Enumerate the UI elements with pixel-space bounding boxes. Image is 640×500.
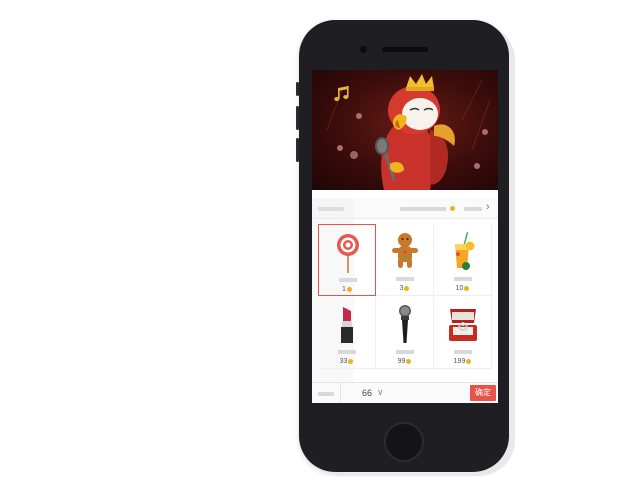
gift-name-placeholder: [339, 278, 357, 282]
gift-item-gingerbread[interactable]: 3: [376, 224, 434, 296]
balance-placeholder: [400, 207, 446, 211]
bottom-action-bar: 66 ∨ 确定: [312, 382, 498, 403]
cocktail-icon: [455, 231, 475, 270]
coin-icon: [466, 358, 472, 364]
earpiece-speaker: [382, 47, 428, 52]
coin-icon: [406, 358, 412, 364]
gift-item-lollipop[interactable]: 1: [318, 224, 376, 296]
gift-name-placeholder: [396, 350, 414, 354]
gift-price: 10: [434, 284, 491, 293]
hero-banner: [312, 70, 498, 190]
coin-icon: [450, 206, 455, 211]
front-camera: [360, 46, 367, 53]
confirm-button[interactable]: 确定: [470, 385, 496, 401]
gift-item-microphone[interactable]: 99: [376, 297, 434, 369]
gift-item-ring-box[interactable]: 199: [434, 297, 492, 369]
music-note-icon: [334, 86, 349, 101]
volume-down-button: [296, 138, 299, 162]
gift-price: 1: [319, 285, 375, 294]
microphone-icon: [399, 305, 411, 343]
volume-up-button: [296, 106, 299, 130]
crown-icon: [406, 74, 434, 91]
quantity-label-placeholder: [318, 392, 334, 396]
gift-price: 199: [434, 357, 491, 366]
divider: [340, 383, 341, 403]
gift-price: 3: [376, 284, 433, 293]
coin-icon: [404, 285, 410, 291]
gift-grid: 1 3 10 33 99 199: [312, 221, 498, 371]
gingerbread-icon: [392, 233, 418, 268]
phone-screen: › 1 3 10 33 99 199 66 ∨ 确定: [312, 70, 498, 403]
chevron-down-icon[interactable]: ∨: [377, 386, 384, 398]
gift-price: 99: [376, 357, 433, 366]
parrot-singer-illustration: [326, 74, 491, 190]
mute-switch: [296, 82, 299, 96]
lipstick-icon: [341, 307, 353, 343]
ring-box-icon: [449, 309, 477, 341]
coin-icon: [464, 285, 470, 291]
gift-name-placeholder: [454, 277, 472, 281]
gift-name-placeholder: [338, 350, 356, 354]
lollipop-icon: [337, 234, 359, 273]
gift-price: 33: [318, 357, 375, 366]
recharge-placeholder: [464, 207, 482, 211]
home-button[interactable]: [384, 422, 424, 462]
gift-name-placeholder: [454, 350, 472, 354]
gift-item-cocktail[interactable]: 10: [434, 224, 492, 296]
chevron-right-icon[interactable]: ›: [486, 201, 490, 213]
gift-item-lipstick[interactable]: 33: [318, 297, 376, 369]
coin-icon: [346, 286, 352, 292]
gift-name-placeholder: [396, 277, 414, 281]
quantity-value[interactable]: 66: [362, 387, 372, 399]
coin-icon: [348, 358, 354, 364]
